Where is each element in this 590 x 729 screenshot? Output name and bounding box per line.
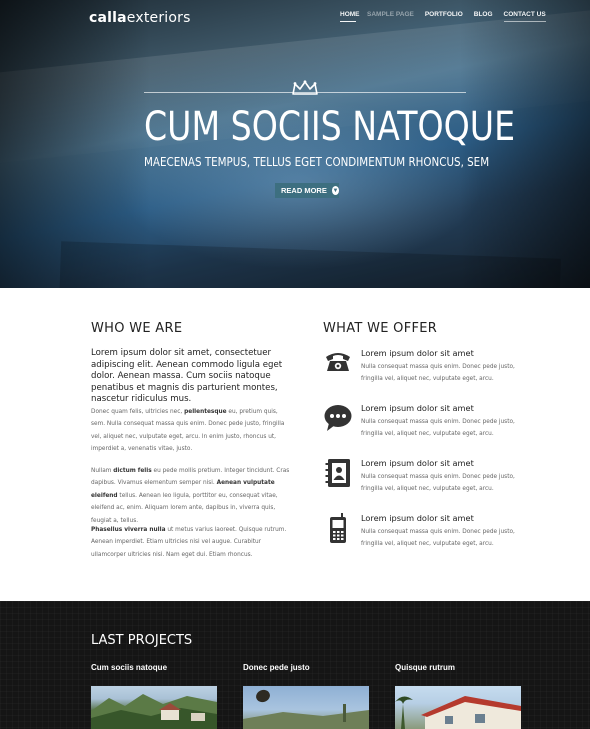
offer-item-text: Nulla consequat massa quis enim. Donec p…: [361, 419, 515, 438]
offer-item: Lorem ipsum dolor sit amet Nulla consequ…: [323, 348, 523, 396]
who-lead-text: Lorem ipsum dolor sit amet, consectetuer…: [91, 348, 283, 404]
hero-title: CUM SOCIIS NATOQUE: [144, 104, 516, 150]
offer-item-title: Lorem ipsum dolor sit amet: [361, 348, 474, 358]
phone-icon: [326, 353, 350, 371]
offer-item: Lorem ipsum dolor sit amet Nulla consequ…: [323, 403, 523, 451]
project-title-3[interactable]: Quisque rutrum: [395, 663, 455, 672]
nav-contact-us[interactable]: CONTACT US: [503, 11, 546, 22]
offer-item: Lorem ipsum dolor sit amet Nulla consequ…: [323, 458, 523, 506]
who-we-are-heading: WHO WE ARE: [91, 321, 183, 336]
offer-item: Lorem ipsum dolor sit amet Nulla consequ…: [323, 513, 523, 561]
project-title-2[interactable]: Donec pede justo: [243, 663, 310, 672]
offer-item-title: Lorem ipsum dolor sit amet: [361, 513, 474, 523]
mobile-phone-icon: [330, 513, 346, 543]
project-thumbnail-1[interactable]: [91, 686, 217, 729]
nav-home[interactable]: HOME: [340, 11, 360, 22]
last-projects-heading: LAST PROJECTS: [91, 633, 193, 648]
hero-subtitle: MAECENAS TEMPUS, TELLUS EGET CONDIMENTUM…: [144, 155, 490, 169]
who-paragraph-1: Donec quam felis, ultricies nec, pellent…: [91, 409, 285, 453]
nav-blog[interactable]: BLOG: [474, 11, 493, 22]
address-book-icon: [325, 459, 350, 487]
main-nav: HOME SAMPLE PAGE PORTFOLIO BLOG CONTACT …: [340, 11, 546, 22]
offer-item-text: Nulla consequat massa quis enim. Donec p…: [361, 474, 515, 493]
chevron-down-icon: ▼: [331, 186, 339, 195]
project-thumbnail-2[interactable]: [243, 686, 369, 729]
offer-item-title: Lorem ipsum dolor sit amet: [361, 458, 474, 468]
site-logo[interactable]: callaexteriors: [89, 10, 191, 26]
nav-portfolio[interactable]: PORTFOLIO: [425, 11, 463, 22]
chat-bubble-icon: [324, 405, 352, 431]
project-title-1[interactable]: Cum sociis natoque: [91, 663, 167, 672]
project-thumbnail-3[interactable]: [395, 686, 521, 729]
what-we-offer-heading: WHAT WE OFFER: [323, 321, 438, 336]
read-more-label: READ MORE: [281, 186, 327, 195]
read-more-button[interactable]: READ MORE ▼: [275, 183, 339, 198]
who-paragraph-3: Phasellus viverra nulla ut metus varius …: [91, 527, 287, 558]
logo-regular: exteriors: [126, 10, 191, 26]
who-paragraph-2: Nullam dictum felis eu pede mollis preti…: [91, 468, 290, 524]
hero-divider: [144, 92, 466, 93]
offer-item-title: Lorem ipsum dolor sit amet: [361, 403, 474, 413]
hero-vignette-left: [0, 0, 150, 288]
nav-sample-page[interactable]: SAMPLE PAGE: [367, 11, 414, 22]
offer-item-text: Nulla consequat massa quis enim. Donec p…: [361, 364, 515, 383]
logo-bold: calla: [89, 10, 127, 26]
offer-item-text: Nulla consequat massa quis enim. Donec p…: [361, 529, 515, 548]
crown-icon: [292, 80, 318, 95]
